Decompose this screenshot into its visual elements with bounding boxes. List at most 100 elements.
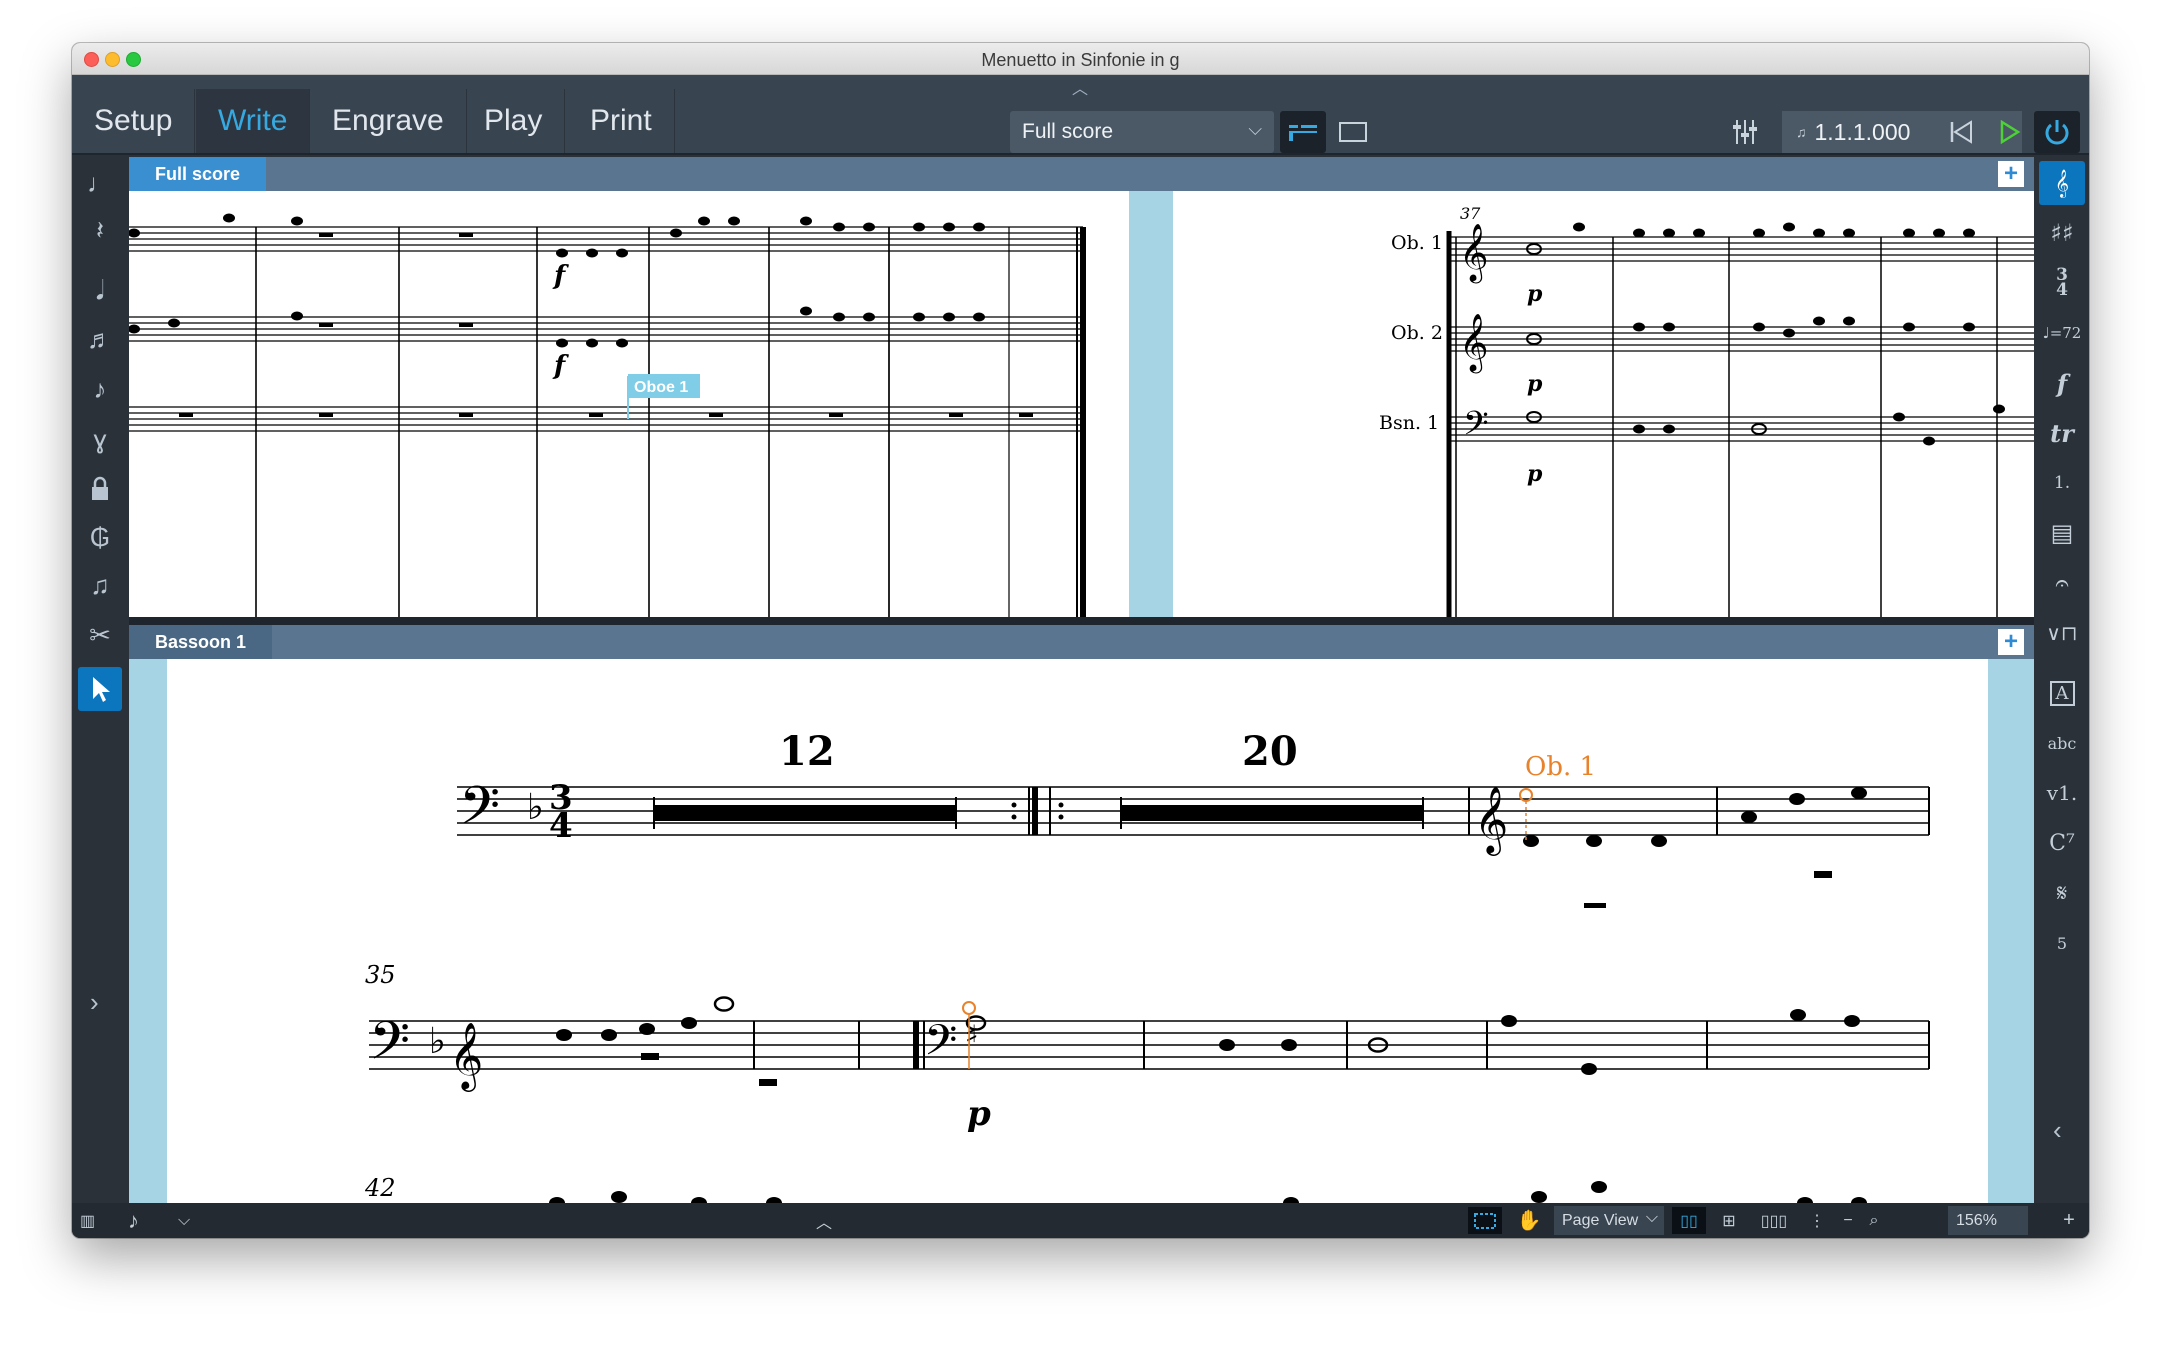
selection-tool-button[interactable] — [1468, 1207, 1502, 1234]
power-icon — [2045, 120, 2069, 145]
chord-icon[interactable]: ♫ — [78, 563, 122, 607]
zoom-in-button[interactable]: + — [2056, 1207, 2082, 1234]
playing-techniques-icon[interactable]: ∨⊓ — [2039, 611, 2085, 655]
play-button[interactable] — [1986, 111, 2032, 153]
title-bar: Menuetto in Sinfonie in g — [72, 43, 2089, 75]
pages-grid-button[interactable]: ⊞ — [1712, 1207, 1746, 1234]
expand-right-panel-chevron-icon[interactable]: ‹ — [2053, 1115, 2062, 1146]
zoom-select[interactable]: 156% — [1948, 1206, 2028, 1235]
view-type-select[interactable]: Page View ⌵ — [1554, 1206, 1664, 1235]
layout-selector-value: Full score — [1022, 120, 1114, 143]
window-title: Menuetto in Sinfonie in g — [981, 50, 1180, 70]
chevron-down-icon[interactable]: ⌵ — [178, 1207, 190, 1234]
pages-spreads-button[interactable]: ▯▯▯ — [1752, 1207, 1796, 1234]
position-counter-value: 1.1.1.000 — [1814, 118, 1911, 145]
mixer-icon — [1733, 120, 1757, 144]
select-arrow-icon[interactable] — [78, 667, 122, 711]
bass-clef-icon: 𝄢 — [924, 1016, 957, 1076]
tab-play[interactable]: Play — [462, 89, 566, 153]
fingering-icon[interactable]: 5 — [2039, 921, 2085, 965]
ear-icon[interactable]: 𝄋 — [2039, 871, 2085, 915]
multirest-bar-2 — [1121, 805, 1423, 821]
selection-handle[interactable] — [962, 1001, 976, 1015]
expand-left-panel-chevron-icon[interactable]: › — [90, 987, 99, 1018]
rehearsal-icon[interactable]: v1. — [2039, 771, 2085, 815]
dynamics-icon[interactable]: f — [2039, 361, 2085, 405]
play-icon — [2000, 119, 2021, 145]
staff-label-ob1: Ob. 1 — [1391, 232, 1443, 254]
force-position-icon[interactable]: ₲ — [78, 515, 122, 559]
cue-notes — [1523, 787, 1867, 908]
multirest-count-20: 20 — [1242, 728, 1298, 775]
repeat-endings-icon[interactable]: 1. — [2039, 461, 2085, 505]
staff-labels: Ob. 1 Ob. 2 Bsn. 1 — [1379, 232, 1443, 434]
activate-project-button[interactable] — [2034, 111, 2080, 153]
staff-label-ob2: Ob. 2 — [1391, 322, 1443, 344]
single-view-button[interactable] — [1330, 111, 1376, 153]
dynamic-p-part: p — [967, 1094, 991, 1134]
main-toolbar: ︿ Setup Write Engrave Play Print Full sc… — [72, 75, 2089, 155]
caret-label: Oboe 1 — [634, 379, 688, 396]
galley-view-button[interactable] — [1280, 111, 1326, 153]
grace-note-icon[interactable]: ♪ — [78, 367, 122, 411]
dynamic-p-1: p — [1527, 281, 1543, 307]
tab-setup[interactable]: Setup — [72, 89, 196, 153]
full-score-canvas[interactable]: f f 37 Ob. 1 Ob. 2 Bsn. 1 𝄞 𝄞 𝄢 p p p Ob… — [129, 191, 2034, 617]
tuplet-icon[interactable]: ♬ — [78, 317, 122, 361]
tab-full-score[interactable]: Full score — [129, 157, 267, 191]
time-signature-icon[interactable]: 34 — [2039, 261, 2085, 305]
bars-icon[interactable]: ▤ — [2039, 511, 2085, 555]
hide-toolbar-chevron-icon[interactable]: ︿ — [1072, 75, 1088, 99]
zoom-value: 156% — [1956, 1211, 1997, 1229]
holds-pauses-icon[interactable]: 𝄐 — [2039, 561, 2085, 605]
mixer-button[interactable] — [1722, 111, 1768, 153]
left-page-staves — [129, 226, 769, 432]
full-score-view: Full score + f f 37 Ob. 1 Ob. 2 Bsn. 1 𝄞… — [129, 157, 2034, 617]
chevron-down-icon: ⌵ — [1645, 1209, 1658, 1226]
unpitched-icon[interactable]: ɣ — [78, 417, 122, 461]
bottom-tab-strip: Bassoon 1 + — [129, 625, 2034, 659]
piano-keys-icon[interactable]: ▥ — [80, 1207, 95, 1234]
tab-bassoon-1[interactable]: Bassoon 1 — [129, 625, 273, 659]
tab-write[interactable]: Write — [196, 89, 311, 153]
note-icon[interactable]: ♩ — [78, 161, 122, 205]
multirest-count-12: 12 — [779, 728, 835, 775]
note-input-icon[interactable]: ♪ — [128, 1207, 139, 1234]
dynamic-f-1: f — [552, 261, 569, 291]
rest-icon[interactable]: 𝄽 — [78, 209, 122, 253]
sharp-icon: ♯ — [965, 1019, 979, 1052]
tab-engrave[interactable]: Engrave — [310, 89, 467, 153]
rewind-button[interactable] — [1938, 111, 1984, 153]
pages-horizontal-button[interactable]: ▯▯ — [1672, 1207, 1706, 1234]
scissors-icon[interactable]: ✂ — [78, 613, 122, 657]
left-page-barlines — [255, 227, 890, 617]
clef-icon[interactable]: 𝄞 — [2039, 161, 2085, 205]
time-sig-denominator: 4 — [549, 806, 573, 846]
tremolo-icon[interactable]: 𝅘𝅥 — [78, 269, 122, 313]
left-page-dynamics: f f — [552, 261, 569, 381]
app-window: Menuetto in Sinfonie in g ︿ Setup Write … — [72, 43, 2089, 1238]
show-bottom-panel-chevron-icon[interactable]: ︿ — [816, 1207, 832, 1234]
zoom-out-button[interactable]: − — [1836, 1207, 1860, 1234]
tab-print[interactable]: Print — [568, 89, 675, 153]
bass-clef-icon: 𝄢 — [459, 776, 500, 850]
lyrics-icon[interactable]: abc — [2039, 721, 2085, 765]
pages-vertical-button[interactable]: ⋮ — [1800, 1207, 1834, 1234]
lock-duration-icon[interactable] — [78, 467, 122, 511]
bar-number-35: 35 — [365, 961, 396, 989]
chord-symbols-icon[interactable]: C⁷ — [2039, 821, 2085, 865]
text-icon[interactable]: A — [2039, 671, 2085, 715]
pane-divider[interactable] — [129, 617, 2034, 625]
part-canvas[interactable]: 𝄢 ♭ 3 4 12 20 𝄞 Ob. 1 35 𝄢 ♭ 𝄞 𝄢 ♯ p 42 — [129, 659, 2034, 1205]
add-tab-button[interactable]: + — [1998, 629, 2024, 655]
layout-selector[interactable]: Full score ⌵ — [1010, 111, 1274, 153]
hand-tool-icon[interactable]: ✋ — [1512, 1207, 1546, 1234]
ornaments-icon[interactable]: tr — [2039, 411, 2085, 455]
bassoon-part-view: Bassoon 1 + 𝄢 ♭ 3 4 12 20 𝄞 Ob. 1 35 𝄢 ♭… — [129, 625, 2034, 1205]
chevron-down-icon: ⌵ — [1248, 119, 1262, 139]
flat-icon: ♭ — [429, 1021, 446, 1062]
add-tab-button[interactable]: + — [1998, 161, 2024, 187]
tempo-icon[interactable]: ♩=72 — [2039, 311, 2085, 355]
key-signature-icon[interactable]: ♯♯ — [2039, 211, 2085, 255]
dynamic-f-2: f — [552, 351, 569, 381]
